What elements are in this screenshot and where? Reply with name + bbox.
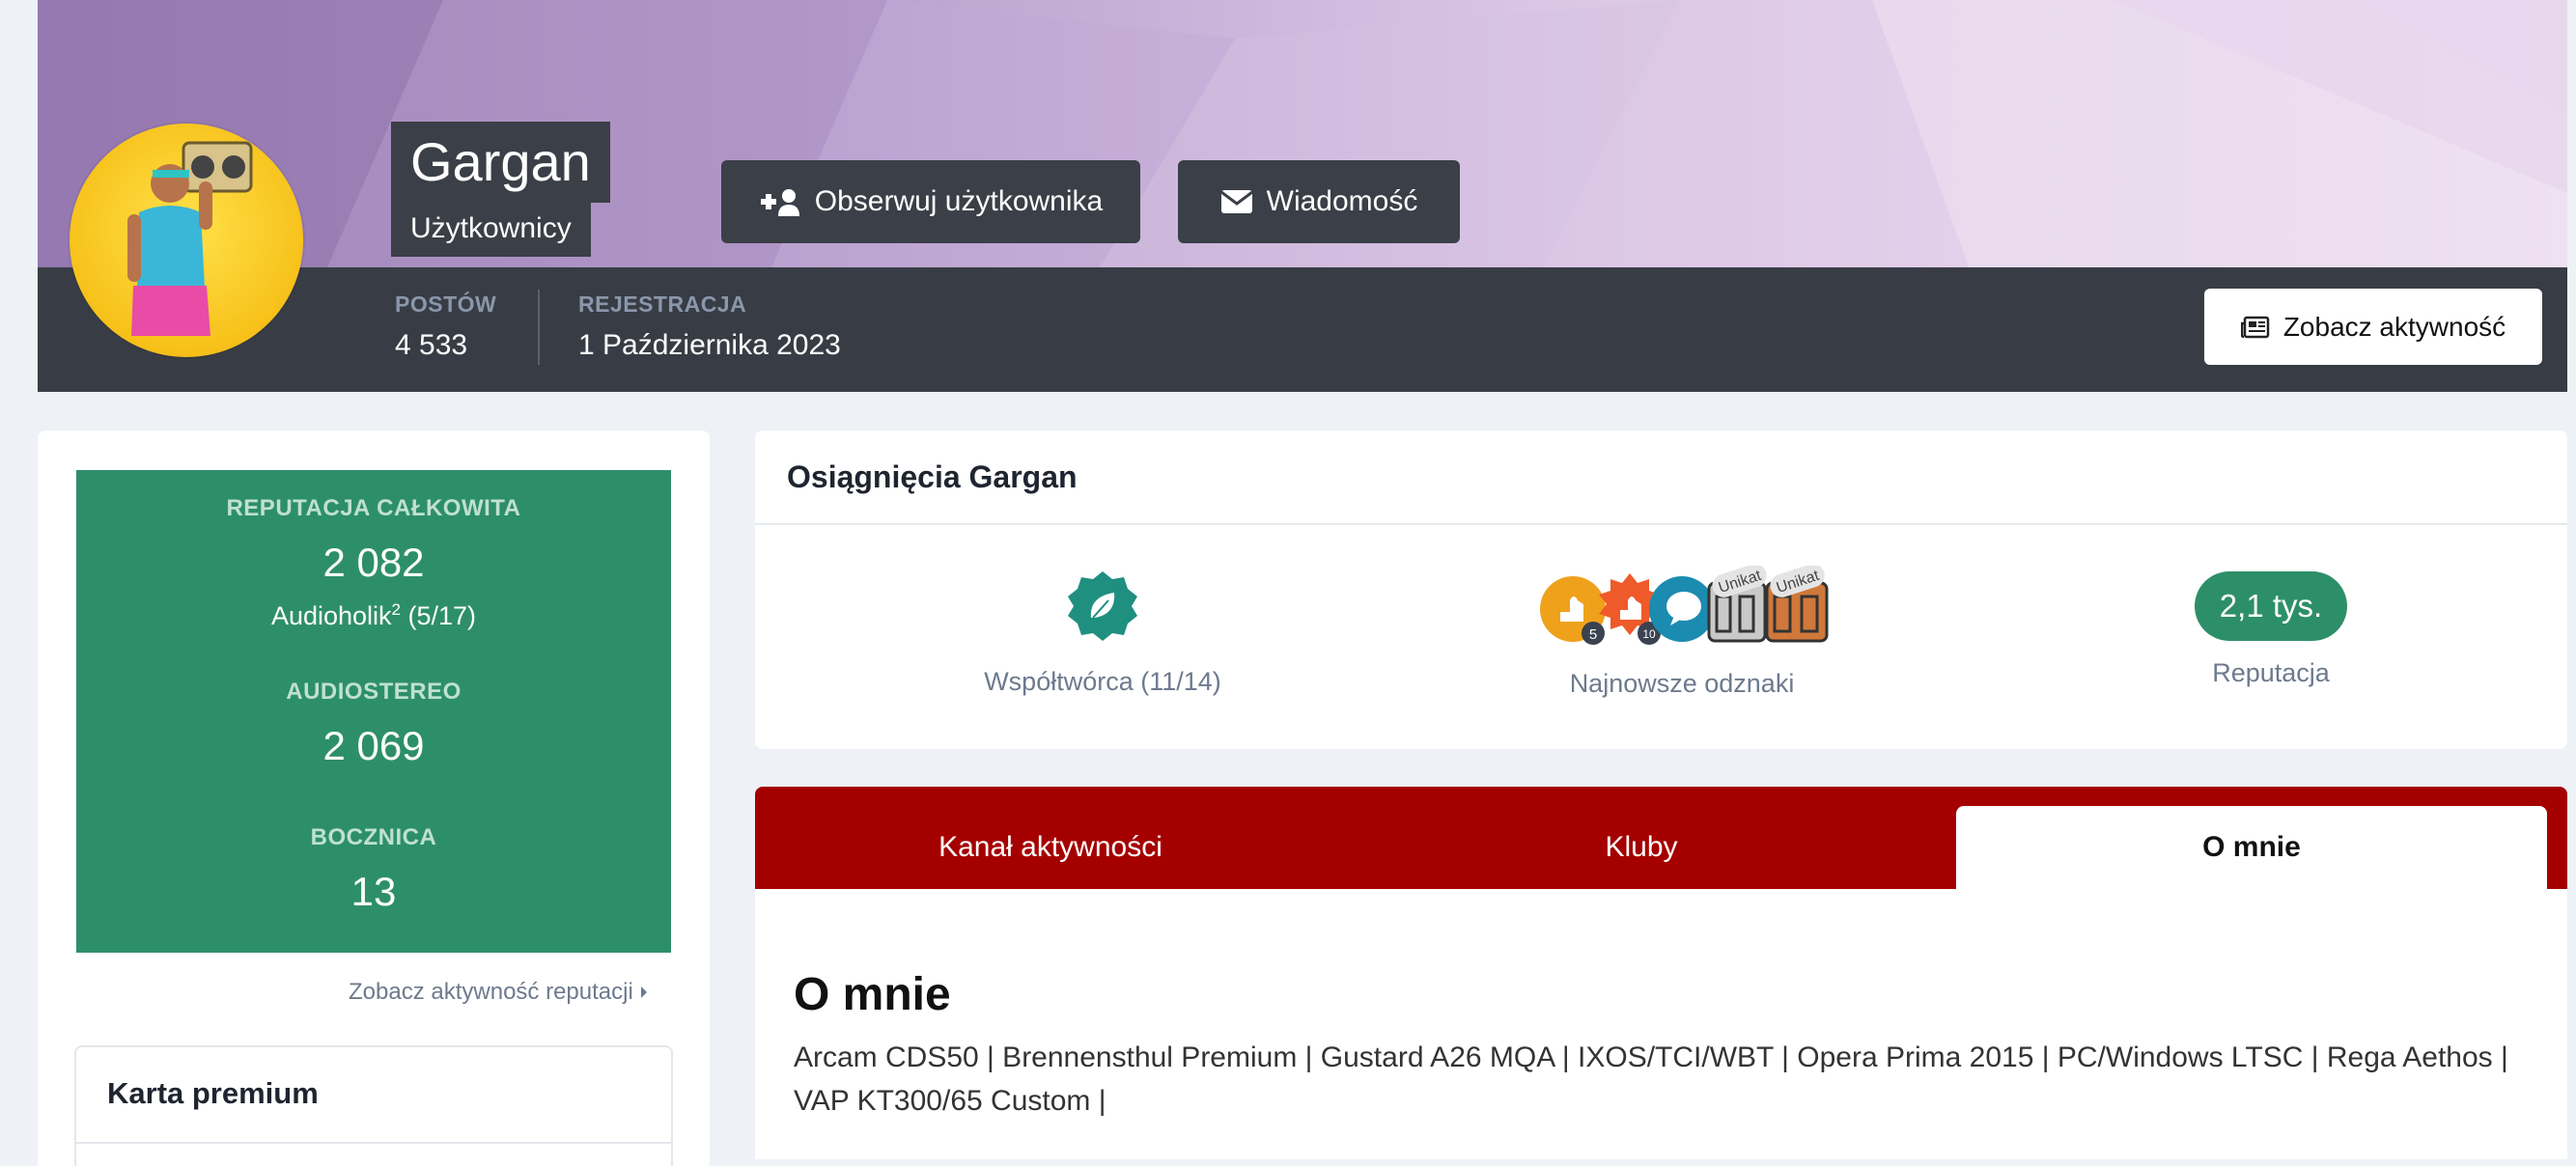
reputation-summary-label: Reputacja [2212,658,2330,687]
contributor-label: Współtwórca (11/14) [984,667,1221,696]
about-title: O mnie [794,969,951,1020]
message-label: Wiadomość [1266,185,1418,217]
badge-count-5: 5 [1589,626,1597,643]
follow-user-button[interactable]: Obserwuj użytkownika [721,160,1140,243]
reputation-activity-label: Zobacz aktywność reputacji [349,979,633,1005]
reputation-box: REPUTACJA CAŁKOWITA 2 082 Audioholik2 (5… [76,470,671,953]
audiostereo-label: AUDIOSTEREO [286,679,462,705]
leaf-badge-icon [1068,571,1137,641]
profile-group: Użytkownicy [391,201,591,257]
contributor-rank[interactable]: Współtwórca (11/14) [948,569,1257,697]
message-button[interactable]: Wiadomość [1178,160,1460,243]
view-activity-label: Zobacz aktywność [2282,311,2506,342]
view-activity-button[interactable]: Zobacz aktywność [2204,289,2542,365]
reputation-activity-link[interactable]: Zobacz aktywność reputacji [349,979,649,1006]
premium-card: Karta premium [74,1045,673,1166]
about-section: O mnie Arcam CDS50 | Brennensthul Premiu… [755,889,2567,1159]
latest-badges-label: Najnowsze odznaki [1569,669,1795,698]
follow-user-label: Obserwuj użytkownika [814,185,1104,217]
posts-stat: POSTÓW 4 533 [395,292,496,362]
posts-label: POSTÓW [395,292,497,317]
premium-divider [76,1142,671,1144]
badge-count-10: 10 [1642,627,1656,641]
premium-title: Karta premium [107,1076,319,1110]
tab-clubs[interactable]: Kluby [1346,806,1937,889]
registration-label: REJESTRACJA [578,292,747,317]
reputation-pill: 2,1 tys. [2194,571,2348,641]
badges-row: 5 10 Unikat Unikat [1540,564,1829,645]
profile-name: Gargan [391,122,610,203]
envelope-icon [1219,190,1253,213]
registration-stat: REJESTRACJA 1 Października 2023 [578,292,841,362]
reputation-rank-progress: (5/17) [401,601,477,630]
achievements-divider [755,523,2567,525]
avatar-illustration [127,141,253,336]
tab-about-me[interactable]: O mnie [1956,806,2547,889]
achievements-card: Osiągnięcia Gargan Współtwórca (11/14) 5… [755,430,2567,749]
posts-value: 4 533 [395,329,468,361]
achievements-title: Osiągnięcia Gargan [787,459,1078,494]
latest-badges[interactable]: 5 10 Unikat Unikat Najnowsze odznaki [1537,564,1829,699]
reputation-rank-name: Audioholik [270,601,392,630]
stat-divider [538,290,540,365]
reputation-rank: Audioholik2 (5/17) [76,600,671,631]
reputation-total-value: 2 082 [322,540,425,585]
newspaper-icon [2240,316,2270,338]
bocznica-value: 13 [350,869,397,914]
user-plus-icon [760,189,799,216]
tab-activity-feed[interactable]: Kanał aktywności [755,806,1346,889]
reputation-total-label: REPUTACJA CAŁKOWITA [226,495,521,521]
audiostereo-value: 2 069 [322,723,425,768]
about-text: Arcam CDS50 | Brennensthul Premium | Gus… [794,1041,2508,1117]
avatar[interactable] [70,124,303,357]
bocznica-label: BOCZNICA [310,824,437,850]
caret-right-icon [641,986,648,998]
profile-tabs: Kanał aktywności Kluby O mnie [755,787,2567,889]
reputation-summary[interactable]: 2,1 tys. Reputacja [2126,571,2416,688]
reputation-rank-sup: 2 [391,600,401,619]
registration-value: 1 Października 2023 [578,329,841,361]
